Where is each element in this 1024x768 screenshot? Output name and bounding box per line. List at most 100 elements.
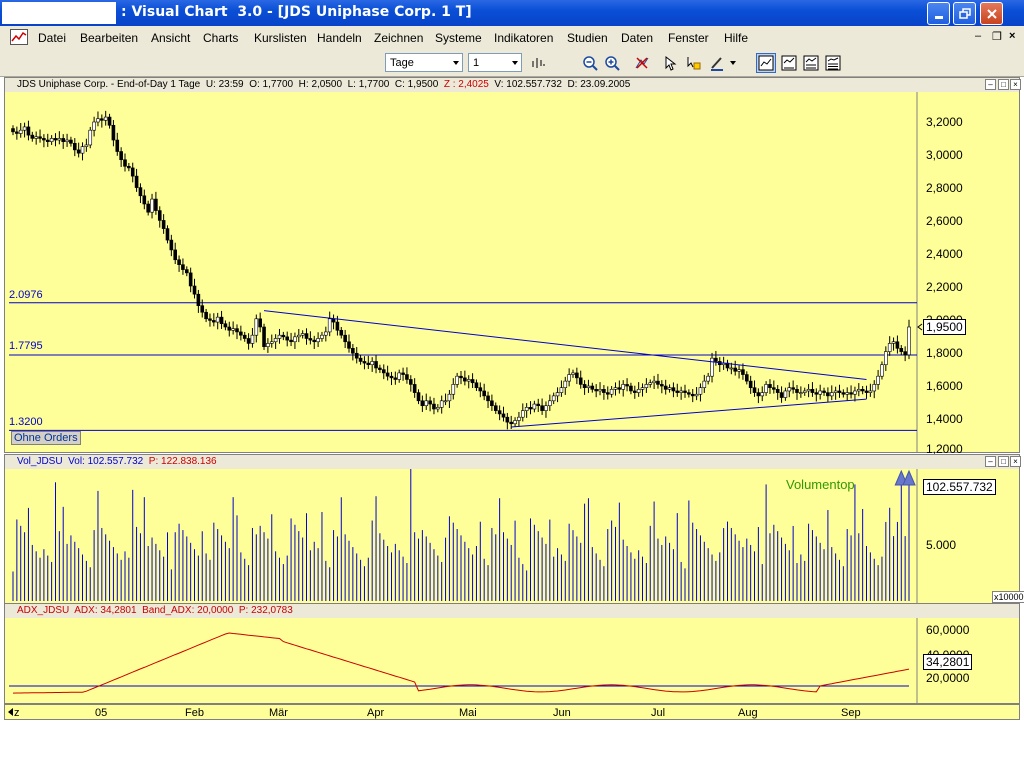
adx-panel-header: ADX_JDSU ADX: 34,2801 Band_ADX: 20,0000 … — [5, 604, 1019, 618]
candle-body — [57, 138, 62, 141]
candle-body — [173, 249, 178, 261]
delete-drawing-button[interactable] — [632, 53, 652, 73]
candle-body — [636, 389, 641, 393]
panel-minimize-icon[interactable]: – — [985, 456, 996, 467]
candle-body — [142, 195, 147, 205]
candle-body — [374, 361, 378, 369]
candle-body — [277, 334, 282, 339]
candle-body — [578, 377, 583, 385]
candle-body — [887, 343, 892, 352]
adx-indicator-name: ADX_JDSU — [17, 605, 70, 616]
menu-datei[interactable]: Datei — [38, 31, 66, 45]
candle-body — [841, 392, 846, 395]
select-tool-button[interactable] — [684, 53, 704, 73]
menu-zeichnen[interactable]: Zeichnen — [374, 31, 423, 45]
mdi-restore-icon[interactable]: ❐ — [992, 30, 1002, 43]
candle-body — [223, 323, 228, 328]
close-button[interactable] — [980, 2, 1003, 25]
candle-body — [161, 220, 166, 229]
panel-maximize-icon[interactable]: □ — [998, 456, 1009, 467]
minimize-button[interactable] — [927, 2, 950, 25]
candle-body — [775, 389, 780, 393]
candle-body — [833, 390, 838, 393]
volume-value: V: 102.557.732 — [494, 79, 562, 90]
candle-body — [644, 384, 649, 388]
menu-daten[interactable]: Daten — [621, 31, 653, 45]
orders-button[interactable]: Ohne Orders — [11, 431, 81, 445]
volume-y-tick: 5.000 — [926, 538, 957, 552]
candle-body — [505, 416, 510, 423]
panel-close-icon[interactable]: × — [1010, 456, 1021, 467]
draw-line-button[interactable] — [707, 53, 727, 73]
zoom-out-button[interactable] — [580, 53, 600, 73]
restore-button[interactable] — [953, 2, 976, 25]
candle-body — [818, 390, 822, 395]
candle-body — [594, 389, 598, 392]
candle-body — [463, 377, 467, 382]
candle-body — [254, 318, 259, 336]
interval-select[interactable]: 1 — [468, 53, 522, 72]
time-axis[interactable]: z 05 Feb Mär Apr Mai Jun Jul Aug Sep — [4, 704, 1020, 720]
mdi-close-icon[interactable]: × — [1009, 30, 1015, 42]
volume-chart[interactable] — [5, 469, 1019, 603]
menu-systeme[interactable]: Systeme — [435, 31, 482, 45]
candle-body — [625, 384, 629, 387]
candle-body — [466, 379, 471, 382]
panel-maximize-icon[interactable]: □ — [998, 79, 1009, 90]
x-tick: Feb — [185, 707, 204, 719]
candle-body — [845, 392, 850, 395]
chart-layout-2-button[interactable] — [779, 53, 799, 73]
candle-body — [436, 407, 440, 410]
draw-line-dropdown[interactable] — [727, 53, 739, 73]
candle-body — [903, 351, 907, 356]
restore-icon — [958, 7, 971, 19]
candle-body — [358, 357, 363, 362]
menu-studien[interactable]: Studien — [567, 31, 608, 45]
panel-close-icon[interactable]: × — [1010, 79, 1021, 90]
candle-body — [115, 139, 120, 152]
candle-body — [61, 138, 66, 142]
cursor-button[interactable] — [661, 53, 681, 73]
menu-bar: Datei Bearbeiten Ansicht Charts Kurslist… — [0, 26, 1024, 49]
candle-body — [455, 375, 459, 385]
candle-body — [146, 203, 150, 213]
chart-layout-3-button[interactable] — [801, 53, 821, 73]
adx-chart[interactable] — [5, 618, 1019, 703]
bar-style-button[interactable] — [528, 53, 548, 73]
candle-body — [92, 121, 96, 131]
menu-fenster[interactable]: Fenster — [668, 31, 709, 45]
candle-body — [239, 331, 243, 336]
period-select[interactable]: Tage — [385, 53, 463, 72]
candle-body — [486, 395, 490, 402]
menu-kurslisten[interactable]: Kurslisten — [254, 31, 307, 45]
menu-bearbeiten[interactable]: Bearbeiten — [80, 31, 138, 45]
candle-body — [335, 321, 340, 331]
volume-multiplier: x10000 — [992, 591, 1024, 603]
menu-hilfe[interactable]: Hilfe — [724, 31, 748, 45]
panel-minimize-icon[interactable]: – — [985, 79, 996, 90]
menu-ansicht[interactable]: Ansicht — [151, 31, 190, 45]
menu-charts[interactable]: Charts — [203, 31, 238, 45]
chart-layout-4-button[interactable] — [823, 53, 843, 73]
candle-body — [548, 400, 552, 407]
chart-layout-1-button[interactable] — [756, 53, 776, 73]
chart-window-icon[interactable] — [10, 29, 28, 45]
candle-body — [482, 390, 486, 397]
menu-handeln[interactable]: Handeln — [317, 31, 362, 45]
volume-panel: Vol_JDSU Vol: 102.557.732 P: 122.838.136… — [4, 454, 1024, 604]
zoom-in-button[interactable] — [602, 53, 622, 73]
candle-body — [324, 331, 328, 336]
x-tick: Sep — [841, 707, 861, 719]
candle-body — [609, 389, 614, 395]
adx-line — [12, 632, 910, 694]
title-bar: : Visual Chart 3.0 - [JDS Uniphase Corp.… — [0, 0, 1024, 26]
candle-body — [567, 374, 571, 382]
mdi-minimize-icon[interactable]: – — [975, 30, 981, 42]
price-chart[interactable] — [5, 92, 1019, 452]
candle-body — [837, 390, 842, 393]
menu-indikatoren[interactable]: Indikatoren — [494, 31, 553, 45]
candle-body — [443, 400, 448, 403]
candle-body — [304, 333, 309, 339]
candle-body — [710, 357, 714, 377]
candle-body — [154, 198, 158, 211]
